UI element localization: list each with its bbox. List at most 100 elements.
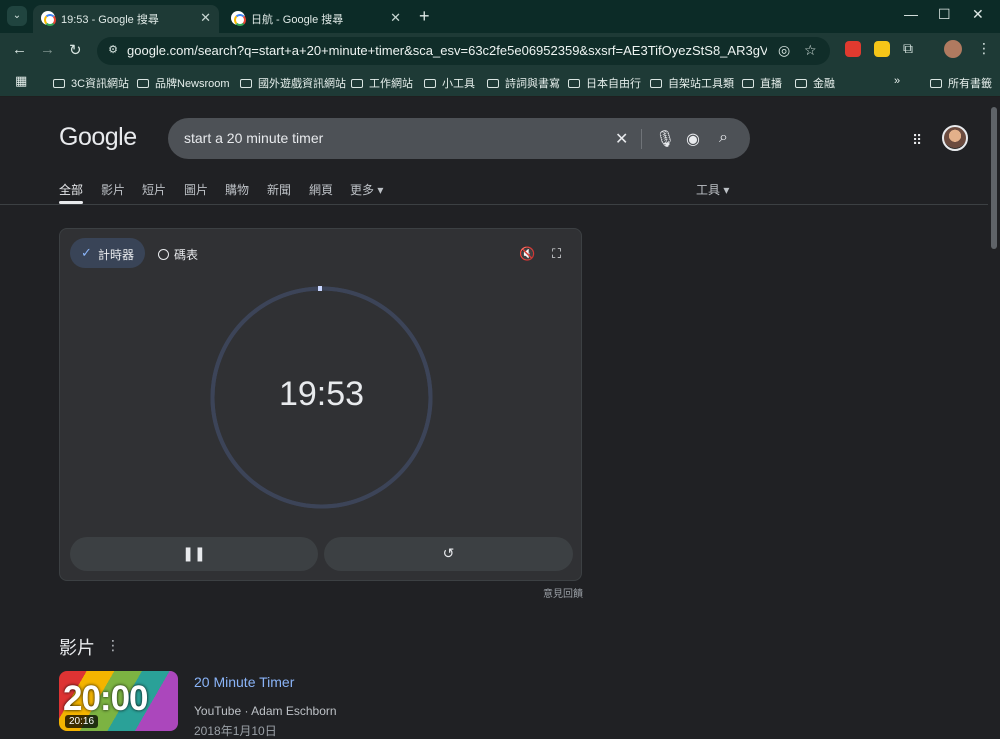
forward-icon[interactable]: → <box>40 41 55 58</box>
scrollbar-thumb[interactable] <box>991 107 997 249</box>
bookmark-folder[interactable]: 國外遊戲資訊網站 <box>240 75 346 91</box>
bookmark-folder[interactable]: 金融 <box>795 75 835 91</box>
stopwatch-mode-label: 碼表 <box>174 248 199 262</box>
reload-icon[interactable]: ↻ <box>69 41 82 59</box>
search-icon[interactable]: ⌕ <box>719 129 728 147</box>
clear-search-icon[interactable]: ✕ <box>615 129 628 149</box>
bookmarks-overflow-button[interactable]: » <box>894 75 900 87</box>
google-logo[interactable]: Google <box>59 123 137 152</box>
timer-widget: ✓ 計時器 碼表 🔇 ⛶ 19:53 ❚❚ ↺ <box>59 228 582 581</box>
google-favicon-icon <box>41 11 56 26</box>
clock-icon <box>158 249 169 260</box>
tab-web[interactable]: 網頁 <box>309 181 333 198</box>
tab-all[interactable]: 全部 <box>59 181 84 204</box>
browser-window: ⌄ 19:53 - Google 搜尋 ✕ 日航 - Google 搜尋 ✕ +… <box>0 0 1000 738</box>
folder-icon <box>53 79 65 88</box>
bookmark-folder[interactable]: 品牌Newsroom <box>137 75 230 91</box>
folder-icon <box>650 79 662 88</box>
fullscreen-icon[interactable]: ⛶ <box>552 246 561 262</box>
bookmark-folder[interactable]: 詩詞與書寫 <box>487 75 560 91</box>
video-thumbnail[interactable]: 20:00 20:16 <box>59 671 178 731</box>
address-bar[interactable]: ⚙ google.com/search?q=start+a+20+minute+… <box>97 37 830 65</box>
tab-videos[interactable]: 影片 <box>101 181 125 198</box>
timer-display: 19:53 <box>278 375 365 413</box>
voice-search-icon[interactable]: 🎙 <box>655 129 675 149</box>
tab-news[interactable]: 新聞 <box>267 181 291 198</box>
timer-mode-label: 計時器 <box>98 248 135 262</box>
page-scrollbar[interactable] <box>988 97 1000 730</box>
bookmarks-bar: ▦ 3C資訊網站 品牌Newsroom 國外遊戲資訊網站 工作網站 小工具 詩詞… <box>0 68 1000 96</box>
folder-icon <box>568 79 580 88</box>
checkmark-icon: ✓ <box>81 245 92 260</box>
all-bookmarks-folder[interactable]: 所有書籤 <box>930 75 992 91</box>
folder-icon <box>424 79 436 88</box>
maximize-icon[interactable]: ☐ <box>938 6 951 23</box>
extension-yellow-icon[interactable] <box>874 41 890 57</box>
tab-timer[interactable]: 19:53 - Google 搜尋 ✕ <box>33 5 219 33</box>
folder-icon <box>137 79 149 88</box>
thumbnail-text: 20:00 <box>63 679 149 718</box>
close-tab-icon[interactable]: ✕ <box>200 10 211 26</box>
video-date: 2018年1月10日 <box>194 724 277 738</box>
timer-mode-button[interactable]: ✓ 計時器 <box>70 238 145 268</box>
folder-icon <box>487 79 499 88</box>
more-options-icon[interactable]: ⋮ <box>106 637 120 654</box>
google-favicon-icon <box>231 11 246 26</box>
tab-images[interactable]: 圖片 <box>184 181 208 198</box>
search-results-page: Google start a 20 minute timer ✕ 🎙 ◉ ⌕ ⠿… <box>0 97 988 738</box>
profile-avatar-icon[interactable] <box>944 40 962 58</box>
bookmark-folder[interactable]: 小工具 <box>424 75 475 91</box>
folder-icon <box>930 79 942 88</box>
videos-heading: 影片 <box>59 638 95 658</box>
close-window-icon[interactable]: ✕ <box>972 6 984 23</box>
nav-divider <box>0 204 988 205</box>
mute-icon[interactable]: 🔇 <box>519 246 535 262</box>
reset-icon: ↺ <box>442 545 455 561</box>
search-divider <box>641 129 642 149</box>
ring-marker <box>318 286 322 291</box>
close-tab-icon[interactable]: ✕ <box>390 10 401 26</box>
folder-icon <box>240 79 252 88</box>
browser-menu-icon[interactable]: ⋮ <box>977 40 991 57</box>
back-icon[interactable]: ← <box>12 41 27 58</box>
extensions-puzzle-icon[interactable]: ⧉ <box>903 40 913 57</box>
tab-title: 19:53 - Google 搜尋 <box>61 14 159 26</box>
search-input[interactable]: start a 20 minute timer <box>184 130 323 146</box>
bookmark-folder[interactable]: 工作網站 <box>351 75 413 91</box>
video-source: YouTube · Adam Eschborn <box>194 704 337 718</box>
tab-strip: ⌄ 19:53 - Google 搜尋 ✕ 日航 - Google 搜尋 ✕ +… <box>0 0 1000 33</box>
new-tab-button[interactable]: + <box>419 7 430 25</box>
location-icon[interactable]: ◎ <box>778 42 790 59</box>
tab-jal[interactable]: 日航 - Google 搜尋 ✕ <box>223 5 409 33</box>
account-avatar[interactable] <box>942 125 968 151</box>
tab-title: 日航 - Google 搜尋 <box>251 14 344 26</box>
pause-icon: ❚❚ <box>182 545 206 561</box>
tab-more[interactable]: 更多 ▾ <box>350 181 383 198</box>
folder-icon <box>795 79 807 88</box>
tab-shorts[interactable]: 短片 <box>142 181 166 198</box>
lens-camera-icon[interactable]: ◉ <box>686 129 700 149</box>
extension-red-icon[interactable] <box>845 41 861 57</box>
bookmark-folder[interactable]: 3C資訊網站 <box>53 75 129 91</box>
apps-grid-icon[interactable]: ▦ <box>15 73 27 89</box>
folder-icon <box>351 79 363 88</box>
bookmark-folder[interactable]: 直播 <box>742 75 782 91</box>
feedback-link[interactable]: 意見回饋 <box>543 585 583 600</box>
bookmark-folder[interactable]: 自架站工具類 <box>650 75 734 91</box>
search-box[interactable]: start a 20 minute timer ✕ 🎙 ◉ ⌕ <box>168 118 750 159</box>
bookmark-star-icon[interactable]: ☆ <box>804 42 817 59</box>
google-apps-icon[interactable]: ⠿ <box>912 132 922 149</box>
tools-button[interactable]: 工具 ▾ <box>696 181 729 198</box>
video-title-link[interactable]: 20 Minute Timer <box>194 674 294 690</box>
site-info-icon[interactable]: ⚙ <box>105 43 121 59</box>
pause-button[interactable]: ❚❚ <box>70 537 318 571</box>
tab-search-button[interactable]: ⌄ <box>7 6 27 26</box>
tab-shopping[interactable]: 購物 <box>225 181 249 198</box>
folder-icon <box>742 79 754 88</box>
reset-button[interactable]: ↺ <box>324 537 573 571</box>
minimize-icon[interactable]: — <box>904 6 918 22</box>
stopwatch-mode-button[interactable]: 碼表 <box>158 246 198 263</box>
url-text[interactable]: google.com/search?q=start+a+20+minute+ti… <box>127 43 767 58</box>
video-duration: 20:16 <box>65 715 99 728</box>
bookmark-folder[interactable]: 日本自由行 <box>568 75 641 91</box>
